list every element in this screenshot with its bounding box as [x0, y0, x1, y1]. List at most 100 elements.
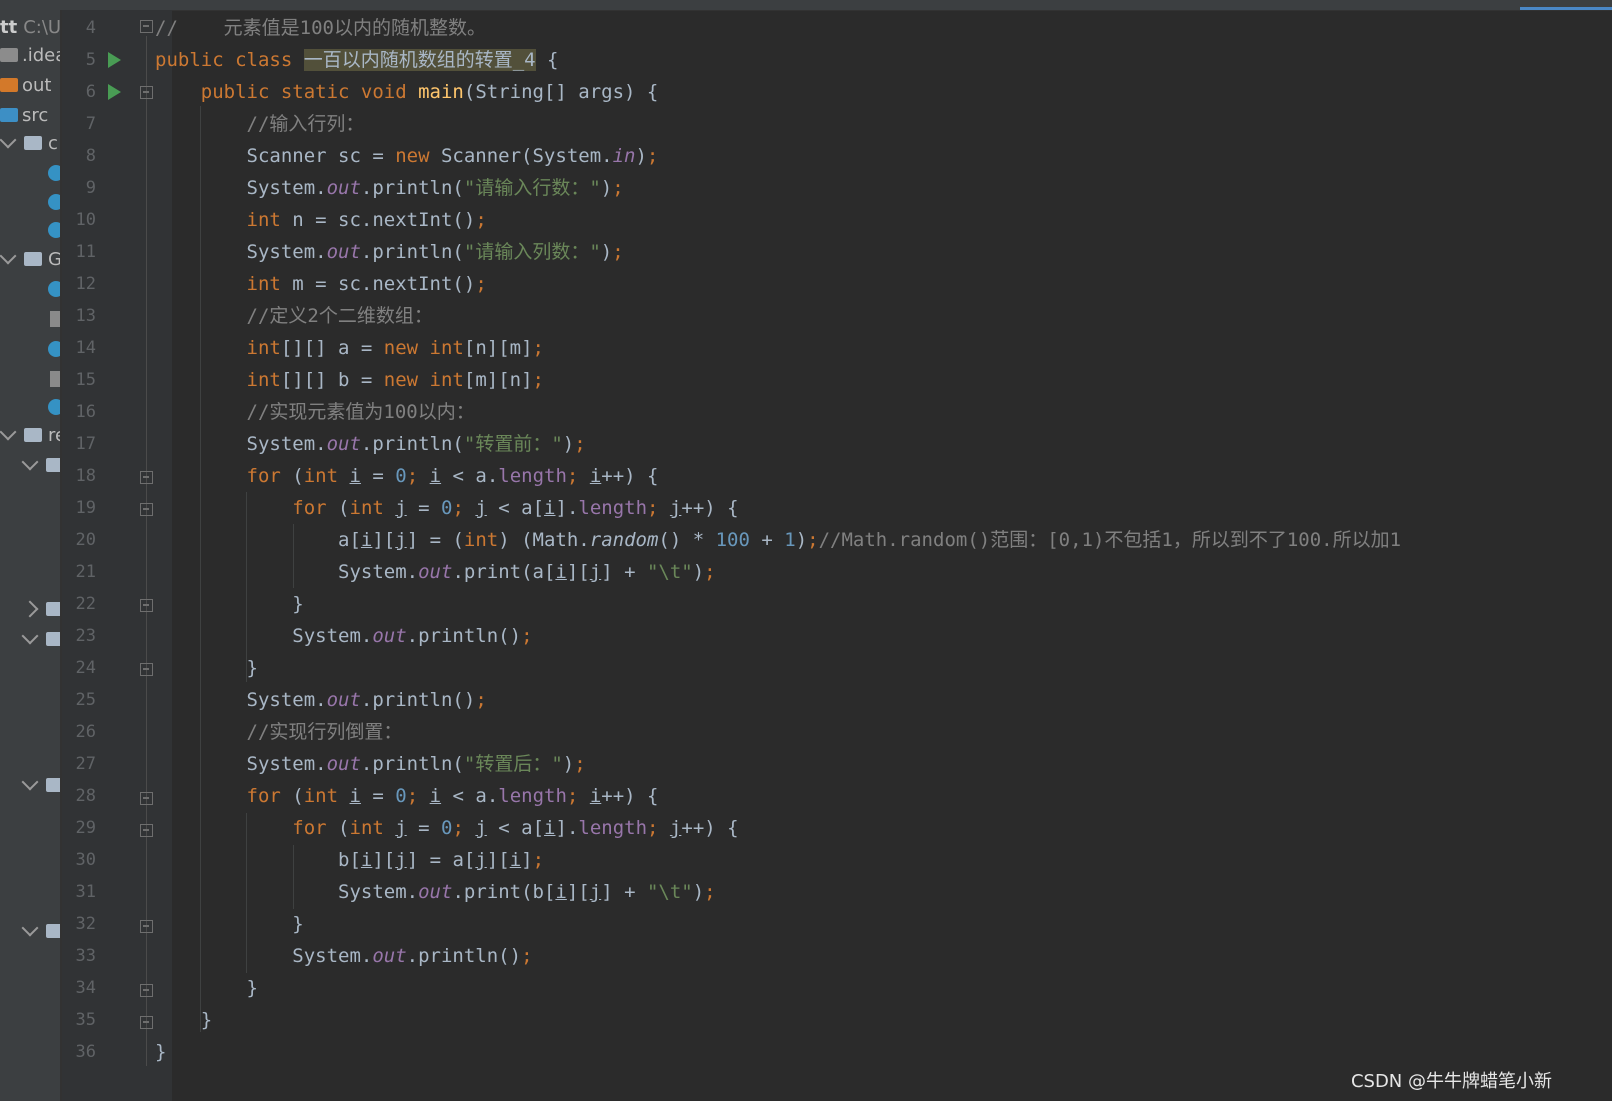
chevron-down-icon[interactable]	[0, 247, 17, 265]
line-number: 16	[75, 402, 96, 422]
class-icon	[48, 222, 60, 238]
code-line-7: //输入行列：	[155, 108, 365, 140]
code-line-14: int[][] a = new int[n][m];	[246, 337, 544, 359]
fold-marker-icon[interactable]	[140, 984, 153, 997]
tree-item-subpackage[interactable]	[21, 596, 60, 622]
code-line-15: int[][] b = new int[m][n];	[246, 369, 544, 391]
code-line-18: for (int i = 0; i < a.length; i++) {	[246, 465, 659, 487]
code-line-33: System.out.println();	[155, 945, 533, 967]
line-number: 24	[75, 658, 96, 678]
active-tab-indicator	[1520, 7, 1612, 10]
tree-item-subpackage[interactable]	[21, 626, 60, 652]
chevron-down-icon[interactable]	[0, 423, 17, 441]
package-icon	[24, 136, 42, 150]
line-number: 18	[75, 466, 96, 486]
code-line-22: }	[155, 593, 304, 615]
fold-marker-icon[interactable]	[140, 86, 153, 99]
tree-item-class[interactable]	[48, 276, 60, 302]
project-root-item[interactable]: tt C:\Us	[0, 14, 60, 40]
code-comment: //Math.random()范围：[0,1)不包括1，所以到不了100.所以加…	[818, 529, 1402, 551]
code-comment: //定义2个二维数组：	[246, 305, 433, 327]
code-line-19: for (int j = 0; j < a[i].length; j++) {	[292, 497, 739, 519]
code-line-6: public static void main(String[] args) {	[200, 81, 659, 103]
run-class-icon[interactable]	[108, 52, 121, 68]
package-icon	[46, 458, 60, 472]
code-line-29: for (int j = 0; j < a[i].length; j++) {	[292, 817, 739, 839]
fold-marker-icon[interactable]	[140, 599, 153, 612]
class-icon	[48, 194, 60, 210]
line-number: 5	[85, 50, 96, 70]
code-line-30: b[i][j] = a[j][i];	[155, 849, 545, 871]
code-line-35: }	[155, 1009, 213, 1031]
line-number: 21	[75, 562, 96, 582]
tree-item-out[interactable]: out	[0, 72, 51, 98]
tree-item-subpackage[interactable]	[21, 918, 60, 944]
package-icon	[46, 924, 60, 938]
fold-marker-icon[interactable]	[140, 503, 153, 516]
code-line-36: }	[155, 1041, 167, 1063]
line-number: 36	[75, 1042, 96, 1062]
line-number: 10	[75, 210, 96, 230]
line-number: 8	[85, 146, 96, 166]
fold-marker-icon[interactable]	[140, 1016, 153, 1029]
tree-item-label: re	[48, 424, 60, 446]
tree-item-file[interactable]	[50, 306, 60, 332]
line-number: 7	[85, 114, 96, 134]
class-name-highlight: 一百以内随机数组的转置_4	[303, 49, 536, 71]
fold-marker-icon[interactable]	[140, 920, 153, 933]
line-number: 23	[75, 626, 96, 646]
code-line-11: System.out.println("请输入列数：");	[155, 241, 624, 263]
project-tree-panel: tt C:\Us .idea out src c G re	[0, 10, 60, 1101]
tree-item-package-g[interactable]: G	[0, 246, 60, 272]
tree-item-idea[interactable]: .idea	[0, 42, 60, 68]
tree-item-class[interactable]	[48, 394, 60, 420]
class-icon	[48, 281, 60, 297]
string-literal: "转置后："	[463, 753, 563, 775]
code-line-4: // 元素值是100以内的随机整数。	[155, 12, 486, 44]
package-icon	[46, 632, 60, 646]
class-icon	[48, 341, 60, 357]
tree-item-subpackage[interactable]	[21, 772, 60, 798]
package-icon	[24, 428, 42, 442]
fold-marker-icon[interactable]	[140, 20, 153, 33]
code-line-25: System.out.println();	[155, 689, 487, 711]
tree-item-class[interactable]	[48, 160, 60, 186]
code-line-28: for (int i = 0; i < a.length; i++) {	[246, 785, 659, 807]
line-number: 13	[75, 306, 96, 326]
tree-item-label: out	[22, 74, 52, 96]
chevron-right-icon[interactable]	[21, 600, 39, 618]
folder-icon	[0, 78, 18, 92]
tree-item-package-c[interactable]: c	[0, 130, 58, 156]
tree-item-subpackage[interactable]	[21, 452, 60, 478]
fold-marker-icon[interactable]	[140, 824, 153, 837]
line-number: 11	[75, 242, 96, 262]
line-number: 26	[75, 722, 96, 742]
tree-item-package-re[interactable]: re	[0, 422, 60, 448]
line-number: 9	[85, 178, 96, 198]
code-line-24: }	[155, 657, 258, 679]
chevron-down-icon[interactable]	[21, 627, 39, 645]
string-literal: "转置前："	[463, 433, 563, 455]
tree-item-class[interactable]	[48, 189, 60, 215]
tree-item-src[interactable]: src	[0, 102, 48, 128]
code-line-32: }	[155, 913, 304, 935]
project-root-name: tt	[0, 16, 18, 38]
class-icon	[48, 399, 60, 415]
tree-item-file[interactable]	[50, 366, 60, 392]
chevron-down-icon[interactable]	[0, 131, 17, 149]
tree-item-class[interactable]	[48, 336, 60, 362]
line-number: 20	[75, 530, 96, 550]
run-main-icon[interactable]	[108, 84, 121, 100]
code-line-20: a[i][j] = (int) (Math.random() * 100 + 1…	[155, 529, 1402, 551]
chevron-down-icon[interactable]	[21, 773, 39, 791]
fold-marker-icon[interactable]	[140, 663, 153, 676]
chevron-down-icon[interactable]	[21, 453, 39, 471]
tree-item-class[interactable]	[48, 217, 60, 243]
fold-marker-icon[interactable]	[140, 471, 153, 484]
line-number: 29	[75, 818, 96, 838]
chevron-down-icon[interactable]	[21, 919, 39, 937]
line-number: 33	[75, 946, 96, 966]
fold-marker-icon[interactable]	[140, 792, 153, 805]
line-number: 27	[75, 754, 96, 774]
code-comment: //实现行列倒置：	[246, 721, 403, 743]
